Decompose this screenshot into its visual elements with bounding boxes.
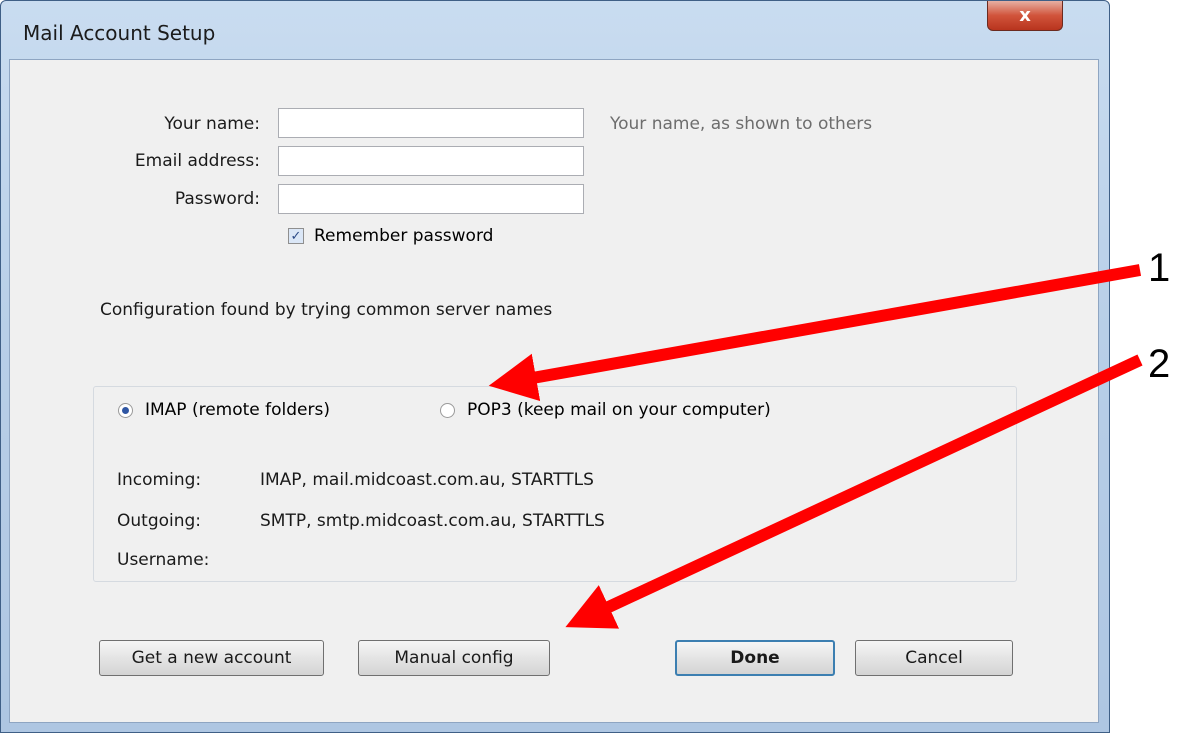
- email-address-input[interactable]: [278, 146, 584, 176]
- your-name-label: Your name:: [164, 114, 260, 134]
- password-input[interactable]: [278, 184, 584, 214]
- outgoing-value: SMTP, smtp.midcoast.com.au, STARTTLS: [260, 511, 605, 531]
- remember-password-row[interactable]: ✓ Remember password: [288, 226, 493, 246]
- imap-option[interactable]: IMAP (remote folders): [118, 400, 330, 420]
- cancel-button[interactable]: Cancel: [855, 640, 1013, 676]
- outgoing-label: Outgoing:: [117, 511, 202, 531]
- remember-password-checkbox[interactable]: ✓: [288, 228, 304, 244]
- get-new-account-button[interactable]: Get a new account: [99, 640, 324, 676]
- manual-config-button[interactable]: Manual config: [358, 640, 550, 676]
- annotation-label-2: 2: [1148, 342, 1171, 386]
- imap-label[interactable]: IMAP (remote folders): [145, 400, 330, 420]
- password-label: Password:: [174, 189, 260, 209]
- username-label: Username:: [117, 550, 210, 570]
- close-button[interactable]: x: [987, 1, 1063, 31]
- configuration-status-text: Configuration found by trying common ser…: [100, 300, 553, 320]
- pop3-radio[interactable]: [440, 402, 455, 418]
- pop3-option[interactable]: POP3 (keep mail on your computer): [440, 400, 771, 420]
- checkmark-icon: ✓: [290, 228, 302, 244]
- incoming-label: Incoming:: [117, 470, 202, 490]
- window-title: Mail Account Setup: [23, 21, 216, 45]
- your-name-hint: Your name, as shown to others: [610, 114, 873, 134]
- annotation-label-1: 1: [1148, 246, 1171, 290]
- your-name-input[interactable]: [278, 108, 584, 138]
- done-button[interactable]: Done: [675, 640, 835, 676]
- close-icon: x: [1019, 5, 1031, 26]
- email-address-label: Email address:: [134, 151, 260, 171]
- pop3-label[interactable]: POP3 (keep mail on your computer): [467, 400, 771, 420]
- remember-password-label[interactable]: Remember password: [314, 226, 493, 246]
- incoming-value: IMAP, mail.midcoast.com.au, STARTTLS: [260, 470, 594, 490]
- imap-radio[interactable]: [118, 402, 133, 418]
